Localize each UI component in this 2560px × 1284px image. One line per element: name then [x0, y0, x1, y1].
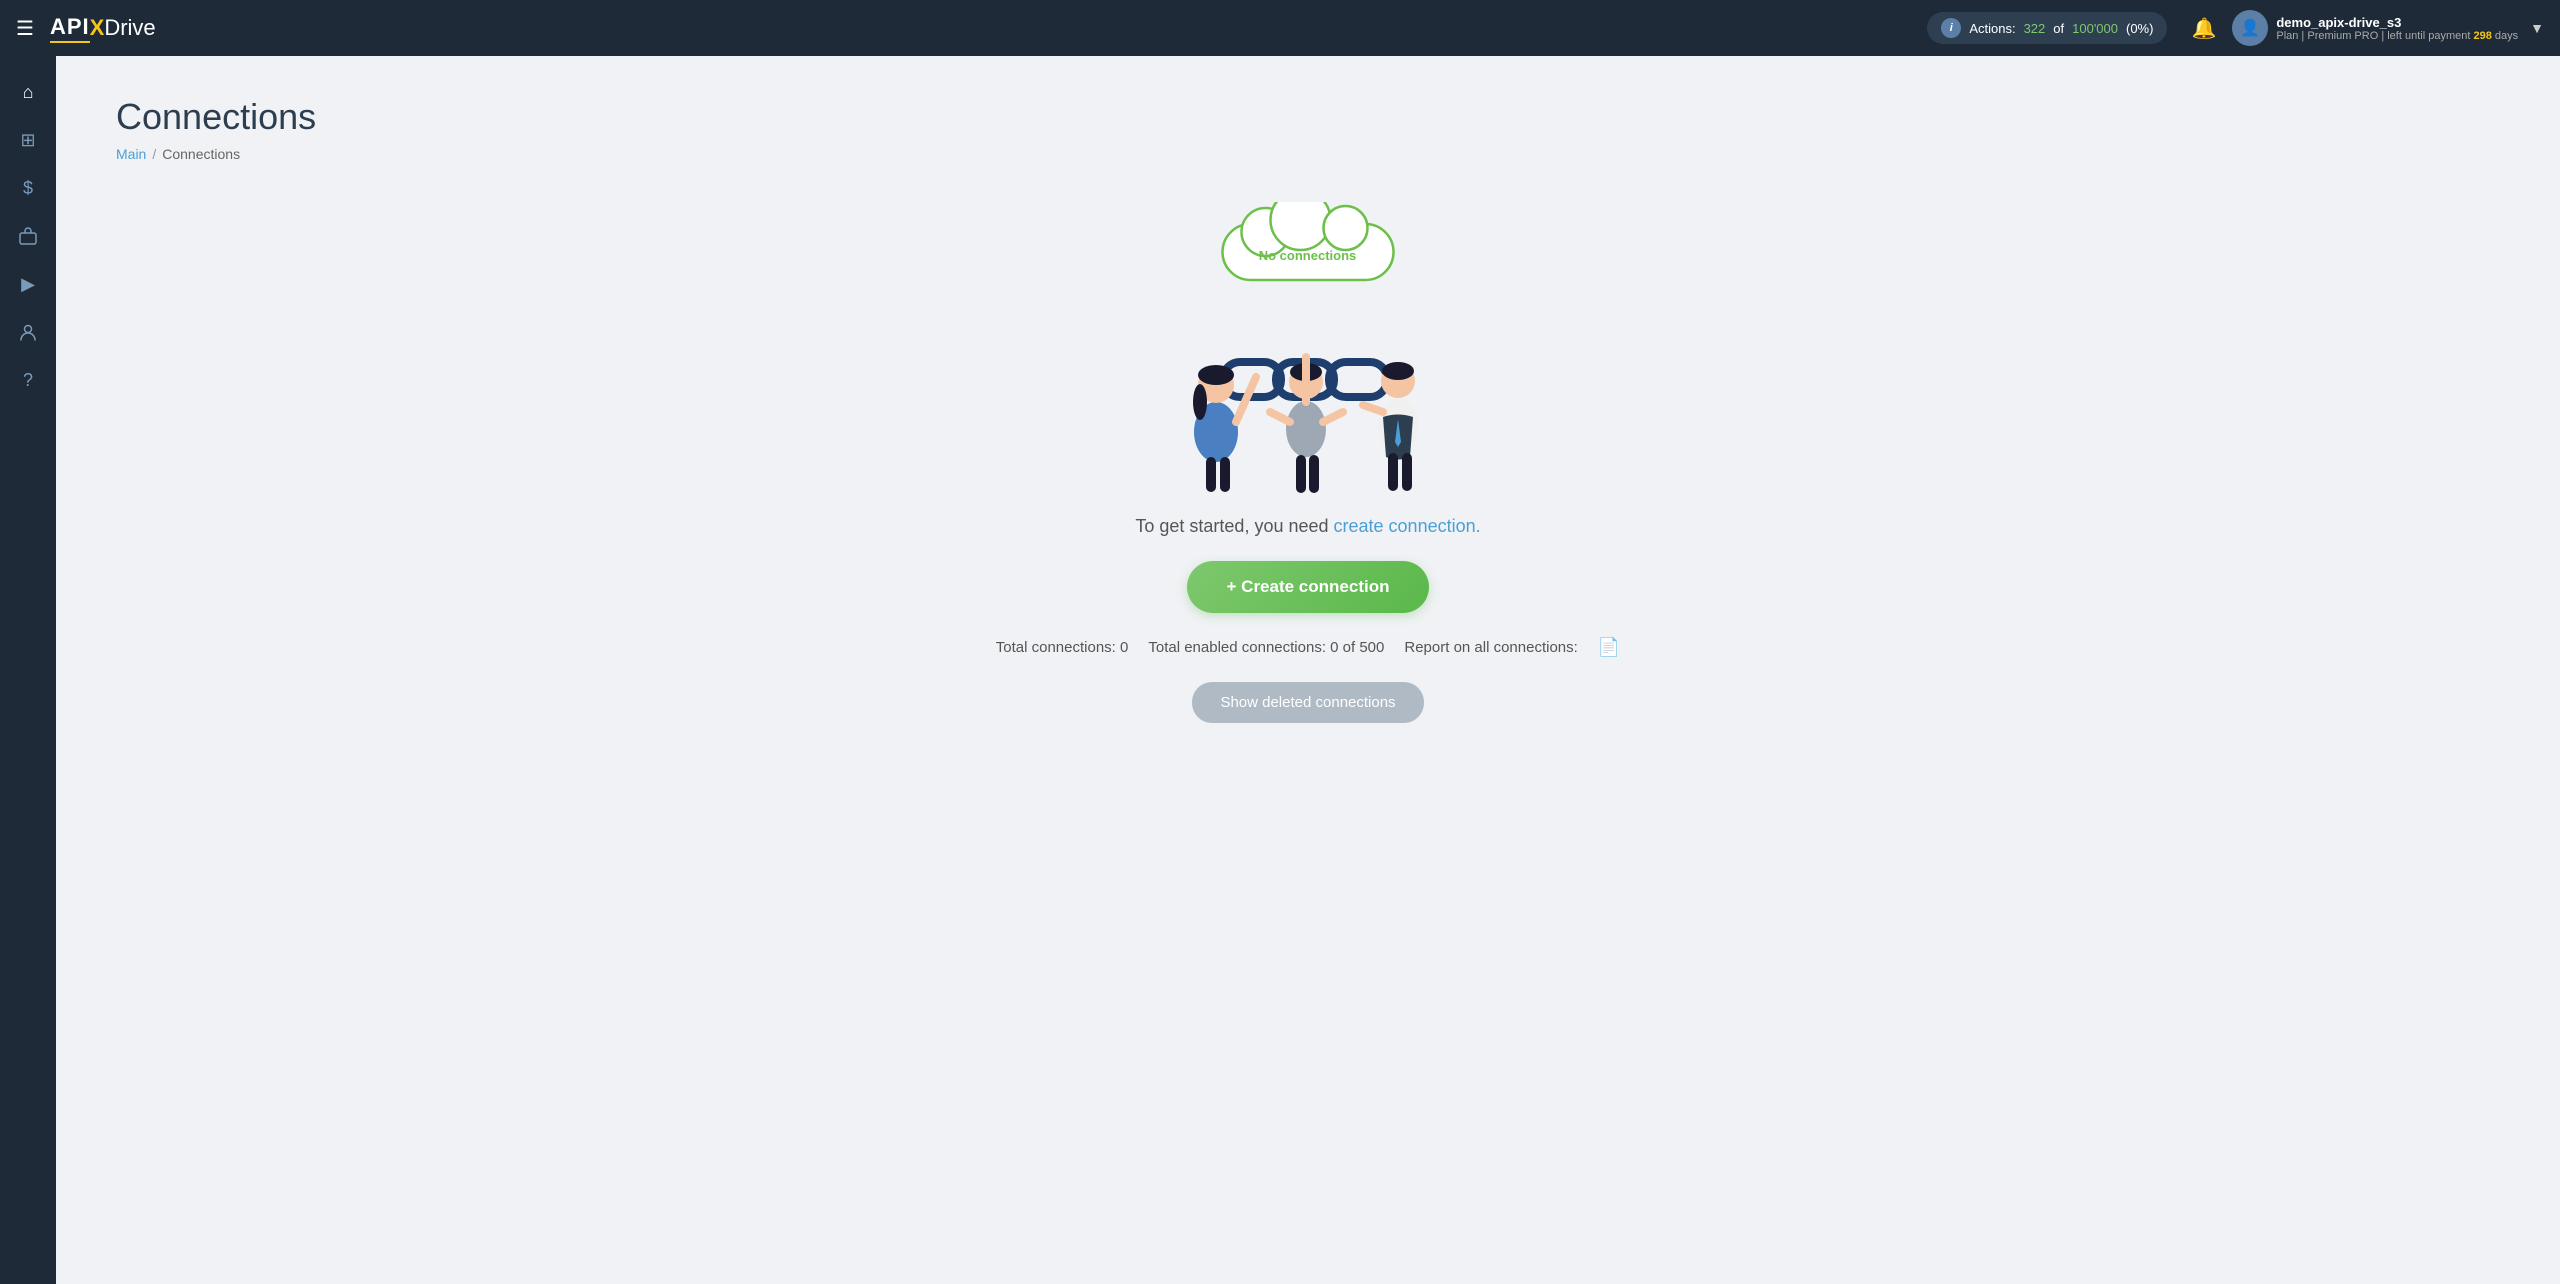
bell-icon[interactable]: 🔔 — [2191, 16, 2216, 41]
logo-x-text: X — [90, 15, 105, 41]
sidebar-item-billing[interactable]: $ — [8, 168, 48, 208]
info-icon: i — [1941, 18, 1961, 38]
user-section[interactable]: 👤 demo_apix-drive_s3 Plan | Premium PRO … — [2232, 10, 2544, 46]
sidebar-item-help[interactable]: ? — [8, 360, 48, 400]
avatar: 👤 — [2232, 10, 2268, 46]
total-connections-label: Total connections: 0 — [996, 639, 1129, 656]
logo-api-text: API — [50, 14, 90, 43]
sidebar-item-profile[interactable] — [8, 312, 48, 352]
sidebar-item-connections[interactable]: ⊞ — [8, 120, 48, 160]
create-connection-button[interactable]: + Create connection — [1187, 561, 1430, 613]
cta-text: To get started, you need create connecti… — [1135, 516, 1480, 537]
actions-label: Actions: — [1969, 21, 2015, 36]
sidebar-item-briefcase[interactable] — [8, 216, 48, 256]
breadcrumb-current: Connections — [162, 146, 240, 162]
illustration-container: No connections — [1128, 202, 1488, 492]
actions-of: of — [2053, 21, 2064, 36]
user-plan: Plan | Premium PRO | left until payment … — [2276, 30, 2518, 42]
user-info: demo_apix-drive_s3 Plan | Premium PRO | … — [2276, 15, 2518, 42]
logo-drive-text: Drive — [104, 15, 155, 41]
show-deleted-button[interactable]: Show deleted connections — [1192, 682, 1423, 723]
enabled-connections-label: Total enabled connections: 0 of 500 — [1148, 639, 1384, 656]
actions-badge: i Actions: 322 of 100'000 (0%) — [1927, 12, 2167, 44]
empty-state: No connections — [116, 202, 2500, 723]
breadcrumb-separator: / — [152, 146, 156, 162]
breadcrumb-main-link[interactable]: Main — [116, 146, 146, 162]
main-content: Connections Main / Connections No connec… — [56, 56, 2560, 1284]
top-navigation: ☰ APIXDrive i Actions: 322 of 100'000 (0… — [0, 0, 2560, 56]
chain-illustration — [1128, 257, 1488, 497]
chevron-down-icon: ▼ — [2530, 20, 2544, 36]
actions-percent: (0%) — [2126, 21, 2153, 36]
report-icon[interactable]: 📄 — [1598, 637, 1620, 658]
create-connection-link[interactable]: create connection. — [1334, 516, 1481, 536]
menu-icon[interactable]: ☰ — [16, 16, 34, 41]
user-name: demo_apix-drive_s3 — [2276, 15, 2518, 30]
report-label: Report on all connections: — [1404, 639, 1577, 656]
sidebar-item-youtube[interactable]: ▶ — [8, 264, 48, 304]
breadcrumb: Main / Connections — [116, 146, 2500, 162]
actions-total: 100'000 — [2072, 21, 2118, 36]
sidebar: ⌂ ⊞ $ ▶ ? — [0, 56, 56, 1284]
stats-row: Total connections: 0 Total enabled conne… — [996, 637, 1620, 658]
app-body: ⌂ ⊞ $ ▶ ? Connections Main / Connections — [0, 56, 2560, 1284]
sidebar-item-home[interactable]: ⌂ — [8, 72, 48, 112]
page-title: Connections — [116, 96, 2500, 138]
actions-current: 322 — [2024, 21, 2046, 36]
logo: APIXDrive — [50, 14, 156, 43]
